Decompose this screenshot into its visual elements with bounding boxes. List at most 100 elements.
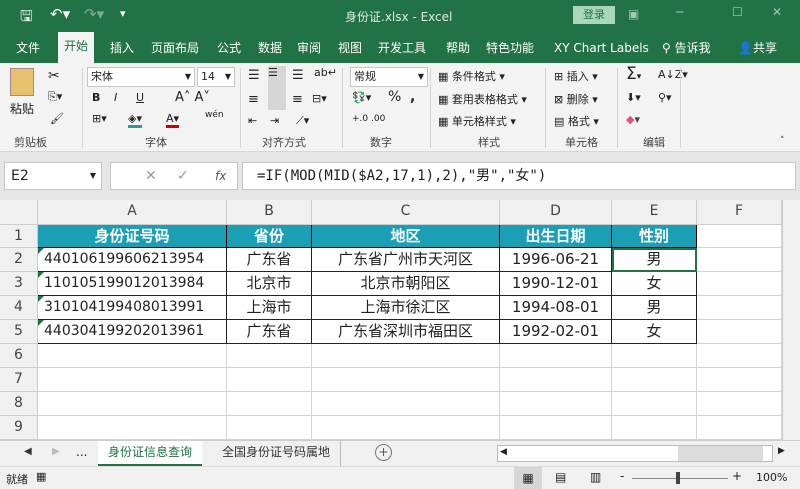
tab-view[interactable]: 视图 — [338, 37, 362, 59]
wrap-text-icon[interactable]: ab↵ — [314, 66, 337, 79]
font-name-select[interactable]: 宋体 ▼ — [87, 67, 195, 87]
data-cell[interactable]: 男 — [612, 296, 697, 320]
clear-icon[interactable]: ◆▾ — [626, 113, 640, 126]
percent-button[interactable]: % — [388, 89, 401, 105]
tab-page-layout[interactable]: 页面布局 — [151, 37, 199, 59]
scroll-left-arrow[interactable]: ◀ — [500, 447, 507, 457]
tab-help[interactable]: 帮助 — [446, 37, 470, 59]
data-cell[interactable]: 440304199202013961 — [38, 320, 227, 344]
close-button[interactable]: ✕ — [772, 5, 782, 19]
maximize-button[interactable]: ☐ — [732, 5, 743, 19]
cell[interactable] — [697, 392, 782, 416]
data-cell[interactable]: 110105199012013984 — [38, 272, 227, 296]
tab-xy-chart-labels[interactable]: XY Chart Labels — [554, 37, 649, 59]
data-cell[interactable]: 广东省 — [227, 248, 312, 272]
row-header-5[interactable]: 5 — [0, 320, 38, 344]
column-header-E[interactable]: E — [612, 200, 697, 225]
borders-icon[interactable]: ⊞▾ — [92, 112, 107, 125]
data-cell[interactable]: 女 — [612, 272, 697, 296]
sort-filter-icon[interactable]: A↓Z▾ — [658, 68, 688, 81]
data-cell[interactable]: 310104199408013991 — [38, 296, 227, 320]
tab-home[interactable]: 开始 — [58, 32, 95, 63]
enter-icon[interactable]: ✓ — [177, 163, 189, 189]
cell[interactable] — [38, 392, 227, 416]
macro-record-icon[interactable]: ▦ — [36, 470, 46, 483]
row-header-3[interactable]: 3 — [0, 272, 38, 296]
cell[interactable] — [312, 392, 500, 416]
insert-function-icon[interactable]: fx — [215, 163, 226, 189]
data-cell[interactable]: 广东省 — [227, 320, 312, 344]
column-header-B[interactable]: B — [227, 200, 312, 225]
minimize-button[interactable]: ─ — [676, 5, 683, 19]
column-header-D[interactable]: D — [500, 200, 612, 225]
name-box[interactable]: E2 ▼ — [4, 162, 102, 190]
cell[interactable] — [612, 392, 697, 416]
header-cell[interactable]: 省份 — [227, 225, 312, 248]
scrollbar-thumb[interactable] — [678, 446, 763, 461]
merge-center-icon[interactable]: ⊟▾ — [312, 92, 327, 105]
zoom-slider[interactable] — [632, 478, 728, 479]
table-format-button[interactable]: ▦ 套用表格格式 ▾ — [438, 91, 527, 107]
cell-style-button[interactable]: ▦ 单元格样式 ▾ — [438, 113, 516, 129]
data-cell[interactable]: 男 — [612, 248, 697, 272]
cell[interactable] — [227, 368, 312, 392]
row-header-4[interactable]: 4 — [0, 296, 38, 320]
decrease-indent-icon[interactable]: ⇤ — [248, 114, 257, 127]
fill-icon[interactable]: ⬇▾ — [626, 91, 641, 104]
data-cell[interactable]: 440106199606213954 — [38, 248, 227, 272]
more-sheets-button[interactable]: ... — [76, 445, 87, 459]
paste-button[interactable]: 粘贴 — [10, 100, 34, 117]
save-icon[interactable]: 🖫 — [20, 6, 33, 31]
scroll-left-icon[interactable]: ◀ — [24, 446, 32, 457]
font-size-select[interactable]: 14 ▼ — [197, 67, 235, 87]
cell[interactable] — [697, 344, 782, 368]
fill-color-icon[interactable]: ◈▾ — [128, 112, 142, 128]
font-color-icon[interactable]: A▾ — [166, 112, 180, 128]
conditional-format-button[interactable]: ▦ 条件格式 ▾ — [438, 68, 505, 84]
column-header-C[interactable]: C — [312, 200, 500, 225]
insert-cells-button[interactable]: ⊞ 插入 ▾ — [554, 68, 598, 84]
login-button[interactable]: 登录 — [573, 6, 615, 24]
undo-icon[interactable]: ↶▾ — [50, 5, 70, 23]
cell[interactable] — [500, 368, 612, 392]
vertical-scrollbar[interactable] — [782, 200, 800, 440]
tab-review[interactable]: 审阅 — [297, 37, 321, 59]
header-cell[interactable]: 出生日期 — [500, 225, 612, 248]
collapse-ribbon-icon[interactable]: ˄ — [780, 136, 785, 146]
data-cell[interactable]: 1990-12-01 — [500, 272, 612, 296]
bold-button[interactable]: B — [92, 91, 100, 104]
phonetic-button[interactable]: wén — [205, 110, 224, 120]
cell[interactable] — [38, 416, 227, 440]
data-cell[interactable]: 北京市朝阳区 — [312, 272, 500, 296]
ribbon-display-icon[interactable]: ▣ — [628, 7, 639, 21]
data-cell[interactable]: 1992-02-01 — [500, 320, 612, 344]
header-cell[interactable]: 性别 — [612, 225, 697, 248]
number-format-select[interactable]: 常规 ▼ — [350, 67, 428, 87]
scroll-right-icon[interactable]: ▶ — [52, 446, 60, 457]
cancel-icon[interactable]: ✕ — [145, 163, 157, 189]
format-cells-button[interactable]: ▤ 格式 ▾ — [554, 113, 599, 129]
sheet-tab-active[interactable]: 身份证信息查询 — [98, 441, 203, 466]
select-all-corner[interactable] — [0, 200, 38, 225]
tab-file[interactable]: 文件 — [16, 37, 40, 59]
page-layout-view-icon[interactable]: ▤ — [555, 470, 566, 484]
data-cell[interactable]: 1994-08-01 — [500, 296, 612, 320]
row-header-2[interactable]: 2 — [0, 248, 38, 272]
cell[interactable] — [697, 272, 782, 296]
data-cell[interactable]: 上海市 — [227, 296, 312, 320]
data-cell[interactable]: 北京市 — [227, 272, 312, 296]
align-bottom-icon[interactable]: ☰ — [292, 68, 304, 83]
sheet-tab[interactable]: 全国身份证号码属地 — [212, 441, 342, 466]
align-right-icon[interactable]: ≡ — [292, 92, 303, 107]
tab-formulas[interactable]: 公式 — [217, 37, 241, 59]
align-left-icon[interactable]: ≡ — [248, 92, 259, 107]
format-painter-icon[interactable]: 🖌 — [50, 112, 64, 125]
customize-qat-icon[interactable]: ▾ — [120, 7, 126, 20]
italic-button[interactable]: I — [114, 91, 117, 104]
cell[interactable] — [227, 344, 312, 368]
cell[interactable] — [38, 368, 227, 392]
decimal-icons[interactable]: +.0 .00 — [352, 114, 385, 124]
cell[interactable] — [612, 344, 697, 368]
cell[interactable] — [312, 368, 500, 392]
delete-cells-button[interactable]: ⊠ 删除 ▾ — [554, 91, 598, 107]
